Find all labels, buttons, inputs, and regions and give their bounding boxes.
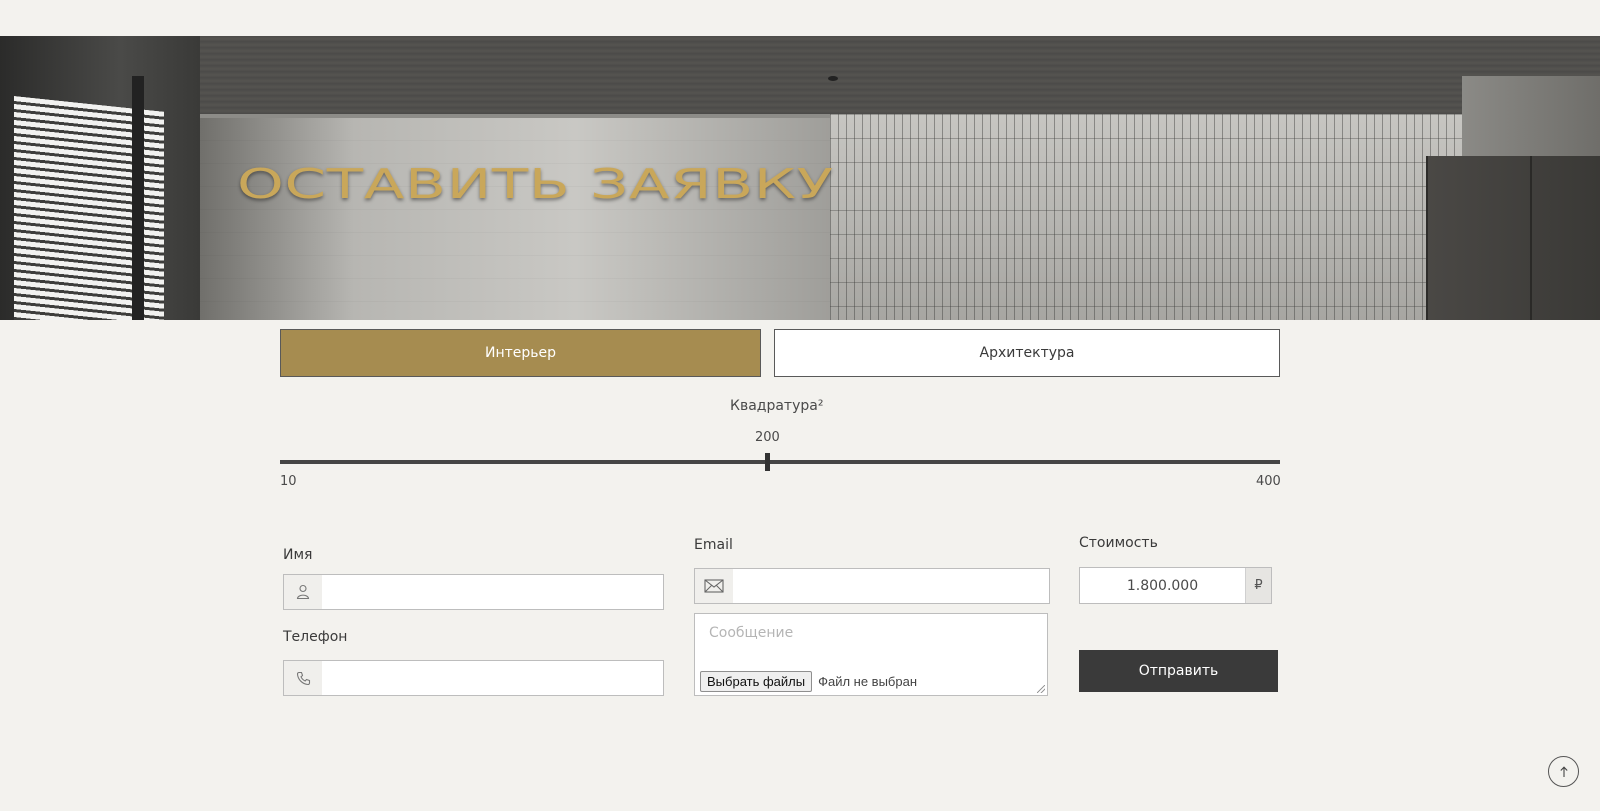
hero-tiled-wall (830, 114, 1462, 320)
choose-files-button[interactable]: Выбрать файлы (700, 671, 813, 692)
file-upload: Выбрать файлы Файл не выбран (700, 671, 917, 692)
email-label: Email (694, 537, 733, 553)
email-input[interactable] (733, 569, 1049, 603)
hero-cabinet-seam (1530, 156, 1532, 320)
email-field (694, 568, 1050, 604)
area-slider-track[interactable] (280, 460, 1280, 464)
cost-label: Стоимость (1079, 535, 1158, 551)
area-slider-min: 10 (280, 474, 297, 489)
hero-ceiling-spot (828, 76, 838, 81)
message-textarea[interactable] (695, 614, 1047, 664)
hero-wall-texture (195, 118, 830, 320)
area-slider-label: Квадратура² (730, 398, 824, 414)
message-field: Выбрать файлы Файл не выбран (694, 613, 1048, 696)
cost-field: 1.800.000 ₽ (1079, 567, 1272, 604)
file-status: Файл не выбран (818, 674, 918, 689)
type-button-architecture[interactable]: Архитектура (774, 329, 1280, 377)
currency-symbol: ₽ (1245, 568, 1271, 603)
phone-label: Телефон (283, 629, 348, 645)
page-title: ОСТАВИТЬ ЗАЯВКУ (237, 160, 834, 208)
name-input[interactable] (322, 575, 663, 609)
phone-icon (284, 661, 322, 695)
user-icon (284, 575, 322, 609)
type-button-interior[interactable]: Интерьер (280, 329, 761, 377)
cost-value: 1.800.000 (1126, 577, 1199, 594)
phone-field (283, 660, 664, 696)
phone-input[interactable] (322, 661, 663, 695)
name-field (283, 574, 664, 610)
resize-grip-icon[interactable] (1037, 685, 1045, 693)
area-slider-max: 400 (1256, 474, 1281, 489)
name-label: Имя (283, 547, 313, 563)
area-slider-value: 200 (755, 430, 780, 445)
hero-window (0, 36, 200, 320)
hero-cabinet (1426, 156, 1600, 320)
submit-button[interactable]: Отправить (1079, 650, 1278, 692)
hero-window-frame (132, 76, 144, 320)
hero-ceiling (0, 36, 1600, 114)
area-slider-thumb[interactable] (765, 453, 770, 471)
envelope-icon (695, 569, 733, 603)
scroll-top-button[interactable] (1548, 756, 1579, 787)
arrow-up-icon (1559, 765, 1568, 777)
